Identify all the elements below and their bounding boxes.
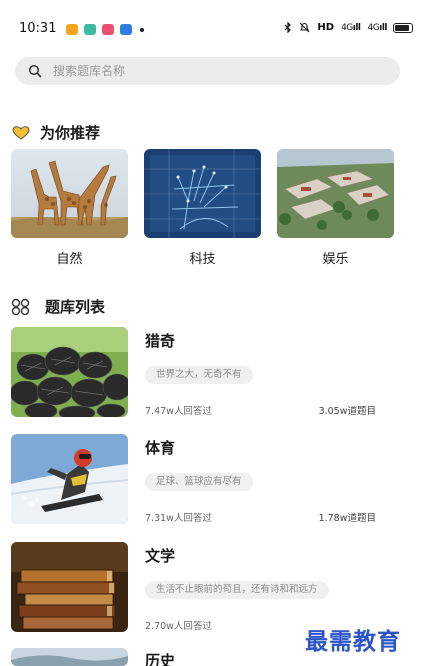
item-title: 猎奇 — [145, 332, 176, 350]
search-input[interactable] — [53, 57, 383, 85]
notification-icons — [66, 24, 144, 35]
giraffes-image — [11, 149, 128, 238]
recommend-label: 自然 — [56, 252, 83, 267]
recommend-header: 为你推荐 — [11, 122, 100, 143]
answered-count: 7.31w人回答过 — [145, 513, 212, 524]
status-time: 10:31 — [19, 21, 57, 36]
search-icon — [28, 64, 42, 78]
more-notifications-icon — [140, 27, 144, 32]
notification-app-icon — [66, 24, 78, 35]
question-count: 1.78w道题目 — [318, 513, 376, 524]
recommend-label: 娱乐 — [322, 252, 349, 267]
old-books-image — [11, 542, 128, 632]
notification-app-icon — [84, 24, 96, 35]
mute-bell-icon — [300, 22, 310, 33]
answered-count: 2.70w人回答过 — [145, 621, 212, 632]
recommend-label: 科技 — [189, 252, 216, 267]
signal-indicator-1: 4Gıll — [341, 22, 361, 33]
grid-icon — [11, 298, 30, 315]
signal-indicator-2: 4Gıll — [367, 22, 388, 33]
item-tag: 世界之大，无奇不有 — [145, 366, 253, 384]
pinecones-image — [11, 327, 128, 417]
heart-icon — [12, 125, 30, 140]
status-bar: 10:31 HD 4Gıll 4Gıll — [0, 0, 427, 50]
item-title: 体育 — [145, 439, 176, 457]
item-title: 文学 — [145, 547, 176, 565]
list-item[interactable]: 文学 生活不止眼前的苟且，还有诗和和远方 2.70w人回答过 — [11, 542, 401, 634]
landscape-image — [11, 648, 128, 666]
status-indicators: HD 4Gıll 4Gıll — [284, 22, 387, 33]
snowboarder-image — [11, 434, 128, 524]
answered-count: 7.47w人回答过 — [145, 406, 212, 417]
notification-app-icon — [120, 24, 132, 35]
section-title: 题库列表 — [45, 298, 106, 316]
recommend-card-nature[interactable]: 自然 — [11, 149, 128, 267]
section-title: 为你推荐 — [40, 124, 101, 142]
item-title: 历史 — [145, 652, 176, 666]
list-item[interactable]: 猎奇 世界之大，无奇不有 7.47w人回答过 3.05w道题目 — [11, 327, 401, 419]
battery-icon — [393, 23, 413, 33]
hd-indicator: HD — [317, 22, 335, 33]
list-item[interactable]: 体育 足球、篮球应有尽有 7.31w人回答过 1.78w道题目 — [11, 434, 401, 526]
bluetooth-icon — [284, 22, 292, 33]
question-count: 3.05w道题目 — [318, 406, 376, 417]
resort-aerial-image — [277, 149, 394, 238]
digital-hand-image — [144, 149, 261, 238]
search-bar[interactable] — [15, 57, 400, 85]
item-tag: 足球、篮球应有尽有 — [145, 473, 253, 491]
recommend-card-entertainment[interactable]: 娱乐 — [277, 149, 394, 267]
item-tag: 生活不止眼前的苟且，还有诗和和远方 — [145, 581, 329, 599]
watermark: 最需教育 — [305, 628, 401, 655]
library-header: 题库列表 — [11, 296, 105, 317]
notification-app-icon — [102, 24, 114, 35]
recommend-card-tech[interactable]: 科技 — [144, 149, 261, 267]
